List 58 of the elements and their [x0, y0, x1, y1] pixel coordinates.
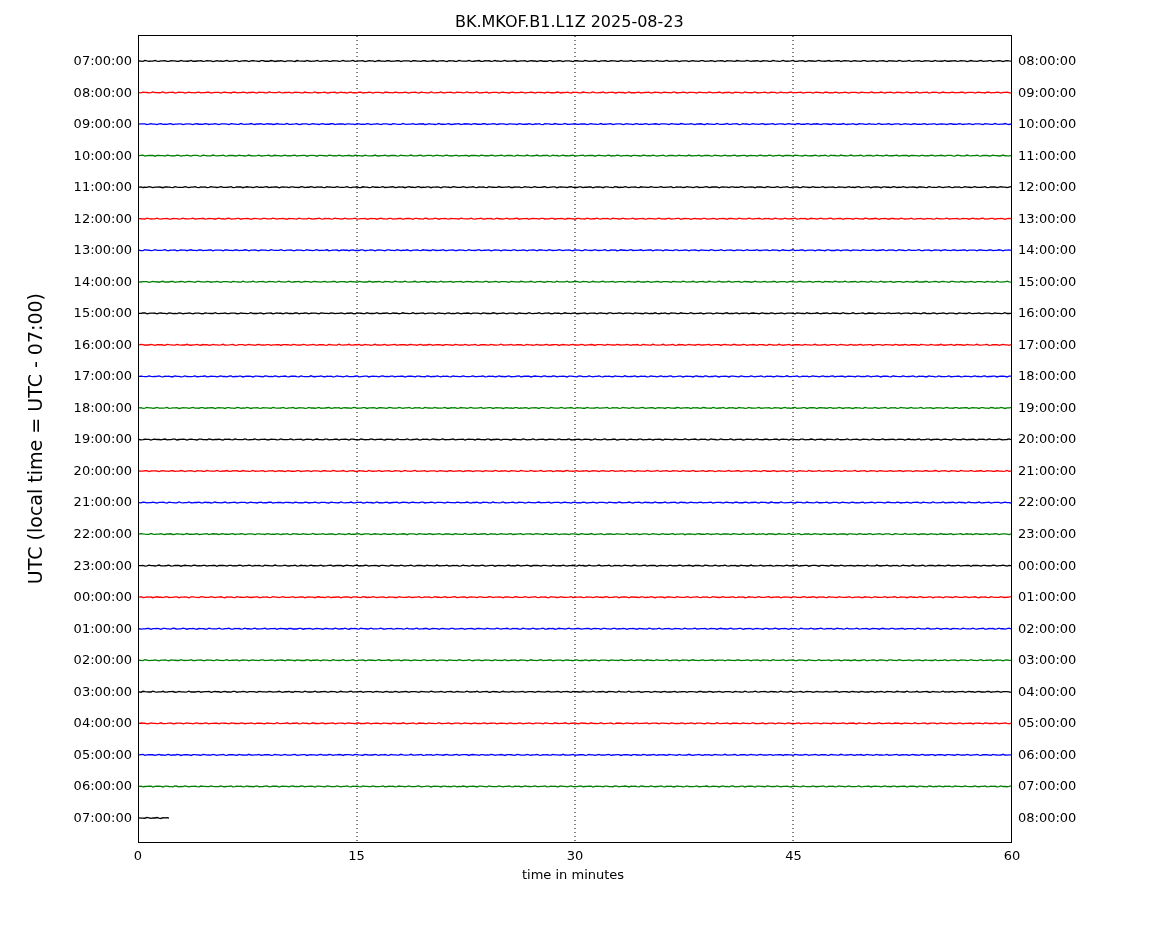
time-label: 06:00:00 — [73, 778, 132, 794]
time-label: 03:00:00 — [1018, 652, 1077, 668]
time-label: 10:00:00 — [73, 147, 132, 163]
time-label: 16:00:00 — [73, 336, 132, 352]
x-tick-label: 0 — [133, 848, 143, 863]
x-tick-label: 45 — [785, 848, 802, 863]
time-label: 06:00:00 — [1018, 746, 1077, 762]
plot-title: BK.MKOF.B1.L1Z 2025-08-23 — [455, 11, 684, 33]
time-label: 11:00:00 — [1018, 147, 1077, 163]
time-label: 00:00:00 — [1018, 557, 1077, 573]
time-label: 09:00:00 — [73, 116, 132, 132]
time-label: 19:00:00 — [73, 431, 132, 447]
x-tick-label: 30 — [566, 848, 584, 863]
time-label: 08:00:00 — [1018, 809, 1077, 825]
time-label: 21:00:00 — [73, 494, 132, 510]
time-label: 05:00:00 — [73, 746, 132, 762]
time-label: 07:00:00 — [73, 809, 132, 825]
time-label: 17:00:00 — [1018, 336, 1077, 352]
time-label: 00:00:00 — [73, 589, 132, 605]
time-label: 10:00:00 — [1018, 116, 1077, 132]
time-label: 02:00:00 — [1018, 620, 1077, 636]
time-label: 02:00:00 — [73, 652, 132, 668]
time-label: 13:00:00 — [1018, 210, 1077, 226]
time-label: 20:00:00 — [73, 462, 132, 478]
time-label: 04:00:00 — [73, 715, 132, 731]
time-label: 15:00:00 — [73, 305, 132, 321]
time-label: 16:00:00 — [1018, 305, 1077, 321]
time-label: 12:00:00 — [73, 210, 132, 226]
time-label: 18:00:00 — [1018, 368, 1077, 384]
time-label: 07:00:00 — [1018, 778, 1077, 794]
x-axis-label: time in minutes — [522, 867, 625, 882]
time-label: 01:00:00 — [73, 620, 132, 636]
time-label: 22:00:00 — [73, 525, 132, 541]
time-label: 17:00:00 — [73, 368, 132, 384]
x-tick-label: 15 — [348, 848, 365, 863]
time-label: 04:00:00 — [1018, 683, 1077, 699]
time-label: 18:00:00 — [73, 399, 132, 415]
time-label: 05:00:00 — [1018, 715, 1077, 731]
time-label: 14:00:00 — [73, 273, 132, 289]
time-label: 21:00:00 — [1018, 462, 1077, 478]
time-label: 08:00:00 — [73, 84, 132, 100]
time-label: 20:00:00 — [1018, 431, 1077, 447]
time-label: 22:00:00 — [1018, 494, 1077, 510]
y-axis-label: UTC (local time = UTC - 07:00) — [24, 293, 46, 585]
time-label: 23:00:00 — [1018, 525, 1077, 541]
time-label: 14:00:00 — [1018, 242, 1077, 258]
time-label: 11:00:00 — [73, 179, 132, 195]
time-label: 23:00:00 — [73, 557, 132, 573]
time-label: 19:00:00 — [1018, 399, 1077, 415]
time-label: 12:00:00 — [1018, 179, 1077, 195]
x-tick-label: 60 — [1003, 848, 1021, 863]
time-label: 15:00:00 — [1018, 273, 1077, 289]
time-label: 03:00:00 — [73, 683, 132, 699]
time-label: 07:00:00 — [73, 53, 132, 68]
time-label: 08:00:00 — [1018, 53, 1077, 68]
time-label: 01:00:00 — [1018, 589, 1077, 605]
time-label: 13:00:00 — [73, 242, 132, 258]
time-label: 09:00:00 — [1018, 84, 1077, 100]
